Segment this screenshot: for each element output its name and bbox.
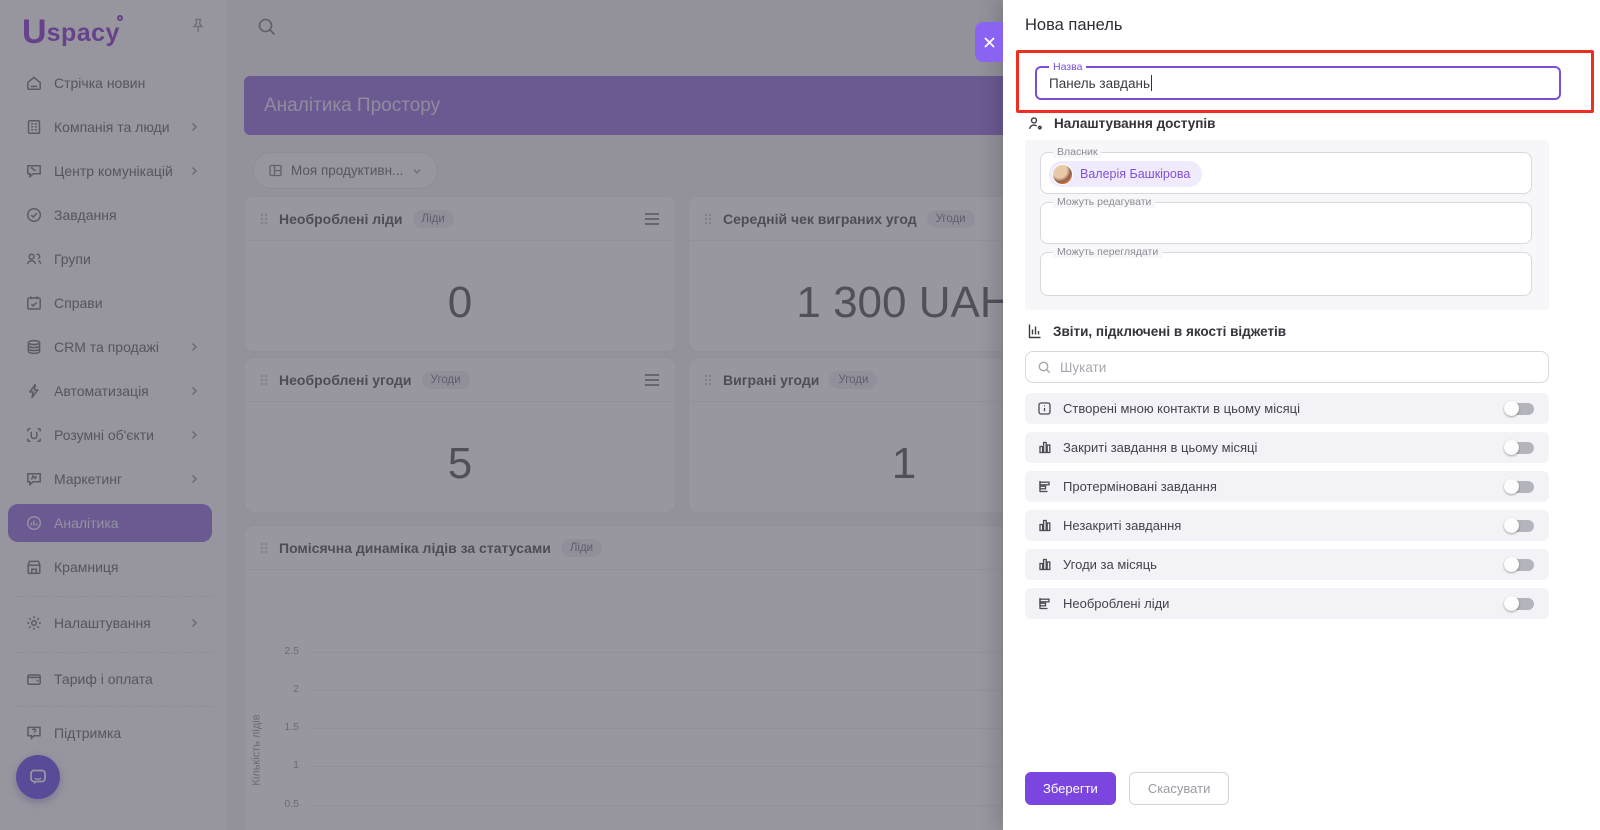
- column-chart-icon: [1037, 557, 1052, 572]
- report-toggle-row: Необроблені ліди: [1025, 588, 1549, 619]
- report-toggle-row: Незакриті завдання: [1025, 510, 1549, 541]
- row-chart-icon: [1037, 596, 1052, 611]
- column-chart-icon: [1037, 518, 1052, 533]
- report-toggle-switch[interactable]: [1504, 479, 1537, 494]
- drawer-footer: Зберегти Скасувати: [1025, 772, 1230, 805]
- report-label: Необроблені ліди: [1063, 596, 1170, 611]
- search-icon: [1037, 360, 1052, 375]
- owner-avatar: [1052, 163, 1073, 185]
- owner-name: Валерія Башкірова: [1080, 167, 1191, 181]
- report-label: Закриті завдання в цьому місяці: [1063, 440, 1258, 455]
- report-toggle-row: Угоди за місяць: [1025, 549, 1549, 580]
- report-toggle-row: Закриті завдання в цьому місяці: [1025, 432, 1549, 463]
- bar-chart-icon: [1027, 323, 1043, 339]
- modal-overlay[interactable]: [0, 0, 1003, 830]
- name-field-label: Назва: [1049, 61, 1087, 73]
- can-edit-field-label: Можуть редагувати: [1053, 196, 1156, 208]
- uspacy-app: U spacy Стрічка новин Компанія та люди Ц…: [0, 0, 1600, 830]
- report-toggle-switch[interactable]: [1504, 596, 1537, 611]
- toggle-knob: [1504, 401, 1519, 416]
- owner-field[interactable]: Власник Валерія Башкірова: [1040, 146, 1532, 194]
- search-placeholder: Шукати: [1060, 359, 1107, 375]
- section-title: Звіти, підключені в якості віджетів: [1053, 323, 1287, 339]
- close-icon: [983, 36, 996, 49]
- can-view-field[interactable]: Можуть переглядати: [1040, 246, 1532, 296]
- report-toggle-switch[interactable]: [1504, 401, 1537, 416]
- toggle-knob: [1504, 440, 1519, 455]
- new-dashboard-drawer: Нова панель Назва Панель завдань Налашту…: [975, 0, 1600, 830]
- name-field-value: Панель завдань: [1049, 75, 1150, 91]
- save-button[interactable]: Зберегти: [1025, 772, 1116, 805]
- toggle-knob: [1504, 557, 1519, 572]
- toggle-knob: [1504, 518, 1519, 533]
- text-cursor: [1150, 75, 1153, 91]
- toggle-knob: [1504, 479, 1519, 494]
- section-title: Налаштування доступів: [1054, 116, 1216, 131]
- report-label: Створені мною контакти в цьому місяці: [1063, 401, 1300, 416]
- close-drawer-button[interactable]: [975, 22, 1003, 62]
- dashboard-name-input[interactable]: Назва Панель завдань: [1035, 61, 1561, 100]
- reports-search-input[interactable]: Шукати: [1025, 351, 1549, 383]
- report-toggle-switch[interactable]: [1504, 440, 1537, 455]
- can-view-field-label: Можуть переглядати: [1053, 246, 1163, 258]
- cancel-button[interactable]: Скасувати: [1128, 772, 1230, 805]
- access-settings-header: Налаштування доступів: [1027, 115, 1215, 132]
- report-label: Протерміновані завдання: [1063, 479, 1217, 494]
- report-toggle-switch[interactable]: [1504, 518, 1537, 533]
- can-edit-field[interactable]: Можуть редагувати: [1040, 196, 1532, 244]
- report-label: Незакриті завдання: [1063, 518, 1182, 533]
- row-chart-icon: [1037, 479, 1052, 494]
- report-label: Угоди за місяць: [1063, 557, 1157, 572]
- owner-chip[interactable]: Валерія Башкірова: [1049, 161, 1203, 187]
- owner-field-label: Власник: [1053, 146, 1102, 158]
- number-widget-icon: [1037, 401, 1052, 416]
- drawer-title: Нова панель: [1025, 16, 1123, 34]
- access-settings-block: Власник Валерія Башкірова Можуть редагув…: [1025, 140, 1549, 310]
- column-chart-icon: [1037, 440, 1052, 455]
- reports-section-header: Звіти, підключені в якості віджетів: [1027, 323, 1286, 339]
- report-toggle-row: Створені мною контакти в цьому місяці: [1025, 393, 1549, 424]
- report-toggle-switch[interactable]: [1504, 557, 1537, 572]
- person-gear-icon: [1027, 115, 1044, 132]
- report-toggle-row: Протерміновані завдання: [1025, 471, 1549, 502]
- toggle-knob: [1504, 596, 1519, 611]
